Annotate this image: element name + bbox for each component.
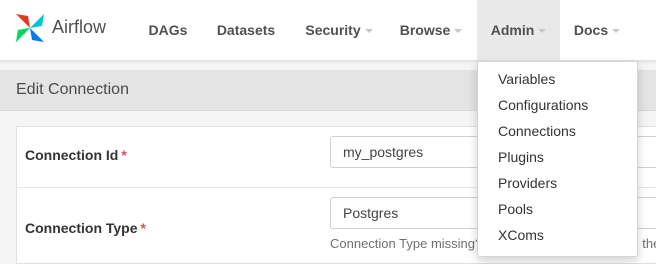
- chevron-down-icon: [454, 29, 463, 34]
- menu-item-configurations[interactable]: Configurations: [498, 97, 588, 113]
- menu-item-providers[interactable]: Providers: [498, 175, 557, 191]
- connection-type-label: Connection Type *: [25, 220, 146, 236]
- nav-dags[interactable]: DAGs: [137, 0, 199, 60]
- nav-docs-label: Docs: [573, 22, 609, 38]
- nav-dags-label: DAGs: [148, 22, 188, 38]
- menu-item-xcoms[interactable]: XComs: [498, 227, 544, 243]
- chevron-down-icon: [364, 29, 373, 34]
- nav-browse[interactable]: Browse: [390, 0, 472, 60]
- menu-item-connections[interactable]: Connections: [498, 123, 576, 139]
- nav-datasets[interactable]: Datasets: [207, 0, 285, 60]
- menu-item-variables[interactable]: Variables: [498, 71, 555, 87]
- page-title: Edit Connection: [16, 81, 129, 98]
- connection-type-value: Postgres: [343, 205, 399, 221]
- connection-type-label-text: Connection Type: [25, 220, 138, 236]
- required-marker: *: [121, 147, 127, 163]
- menu-item-pools[interactable]: Pools: [498, 201, 533, 217]
- nav-browse-label: Browse: [399, 22, 451, 38]
- chevron-down-icon: [538, 29, 547, 34]
- nav-security[interactable]: Security: [296, 0, 382, 60]
- airflow-pinwheel-icon[interactable]: [12, 10, 48, 46]
- connection-id-label: Connection Id *: [25, 147, 127, 163]
- nav-docs[interactable]: Docs: [565, 0, 629, 60]
- brand-name[interactable]: Airflow: [52, 17, 106, 38]
- menu-item-plugins[interactable]: Plugins: [498, 149, 544, 165]
- nav-admin[interactable]: Admin: [477, 0, 560, 60]
- required-marker: *: [140, 220, 146, 236]
- top-navbar: Airflow DAGs Datasets Security Browse Ad…: [0, 0, 656, 61]
- admin-dropdown-menu: Variables Configurations Connections Plu…: [477, 61, 638, 257]
- nav-admin-label: Admin: [490, 22, 535, 38]
- nav-security-label: Security: [305, 22, 361, 38]
- nav-datasets-label: Datasets: [216, 22, 276, 38]
- connection-id-value: my_postgres: [343, 144, 424, 160]
- chevron-down-icon: [612, 29, 621, 34]
- connection-id-label-text: Connection Id: [25, 147, 119, 163]
